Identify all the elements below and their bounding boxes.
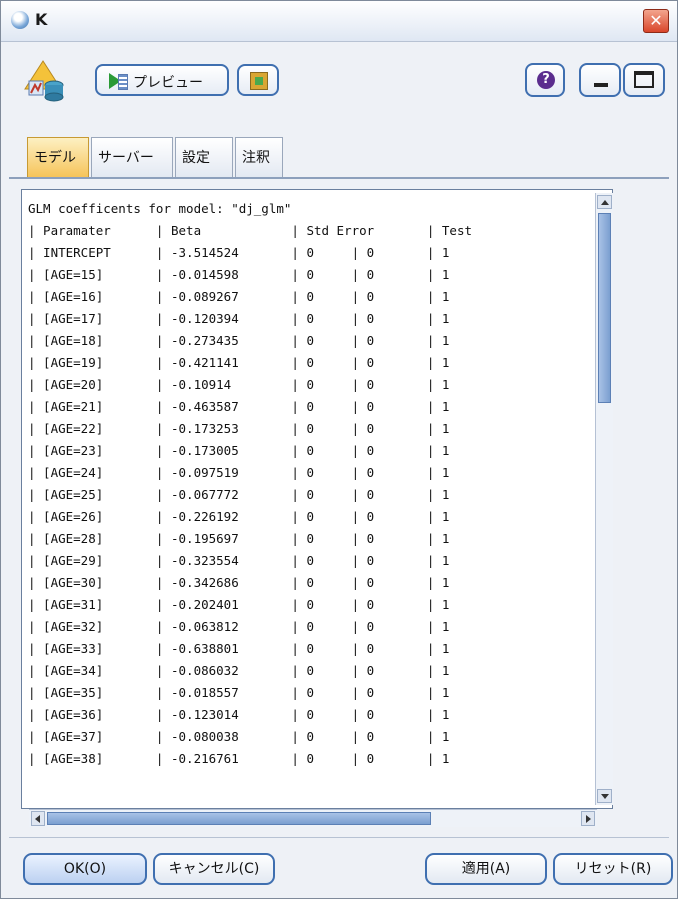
- horizontal-scroll-thumb[interactable]: [47, 812, 431, 825]
- model-node-icon: [24, 60, 64, 102]
- vertical-scroll-thumb[interactable]: [598, 213, 611, 403]
- tab-annotation[interactable]: 注釈: [235, 137, 283, 177]
- help-button[interactable]: ?: [525, 63, 565, 97]
- scroll-up-icon[interactable]: [597, 195, 612, 209]
- minimize-icon: [594, 83, 608, 87]
- generate-button[interactable]: [237, 64, 279, 96]
- cancel-button[interactable]: キャンセル(C): [153, 853, 275, 885]
- tab-server[interactable]: サーバー: [91, 137, 173, 177]
- app-diamond-icon: [11, 11, 29, 29]
- ok-button[interactable]: OK(O): [23, 853, 147, 885]
- help-icon: ?: [537, 71, 555, 89]
- tab-model[interactable]: モデル: [27, 137, 89, 177]
- tab-underline: [9, 177, 669, 179]
- vertical-scrollbar[interactable]: [595, 193, 613, 805]
- apply-button[interactable]: 適用(A): [425, 853, 547, 885]
- glm-coefficient-listing: GLM coefficents for model: "dj_glm" | Pa…: [28, 201, 473, 766]
- model-output-text[interactable]: GLM coefficents for model: "dj_glm" | Pa…: [21, 189, 613, 809]
- close-button[interactable]: ✕: [643, 9, 669, 33]
- minimize-button[interactable]: [579, 63, 621, 97]
- scroll-right-icon[interactable]: [581, 811, 595, 826]
- horizontal-scrollbar[interactable]: [29, 809, 597, 827]
- footer-divider: [9, 837, 669, 838]
- table-icon: [118, 74, 128, 90]
- close-icon: ✕: [649, 11, 663, 30]
- generate-icon: [250, 72, 268, 90]
- window-title: K: [35, 10, 48, 29]
- maximize-icon: [634, 71, 654, 88]
- scroll-left-icon[interactable]: [31, 811, 45, 826]
- title-bar: K ✕: [1, 1, 677, 42]
- reset-button[interactable]: リセット(R): [553, 853, 673, 885]
- dialog-window: K ✕ プレビュー ? モデル サーバー 設定 注釈 GLM coefficen…: [0, 0, 678, 899]
- maximize-button[interactable]: [623, 63, 665, 97]
- preview-label: プレビュー: [133, 75, 203, 91]
- tab-settings[interactable]: 設定: [175, 137, 233, 177]
- scroll-down-icon[interactable]: [597, 789, 612, 803]
- preview-button[interactable]: プレビュー: [95, 64, 229, 96]
